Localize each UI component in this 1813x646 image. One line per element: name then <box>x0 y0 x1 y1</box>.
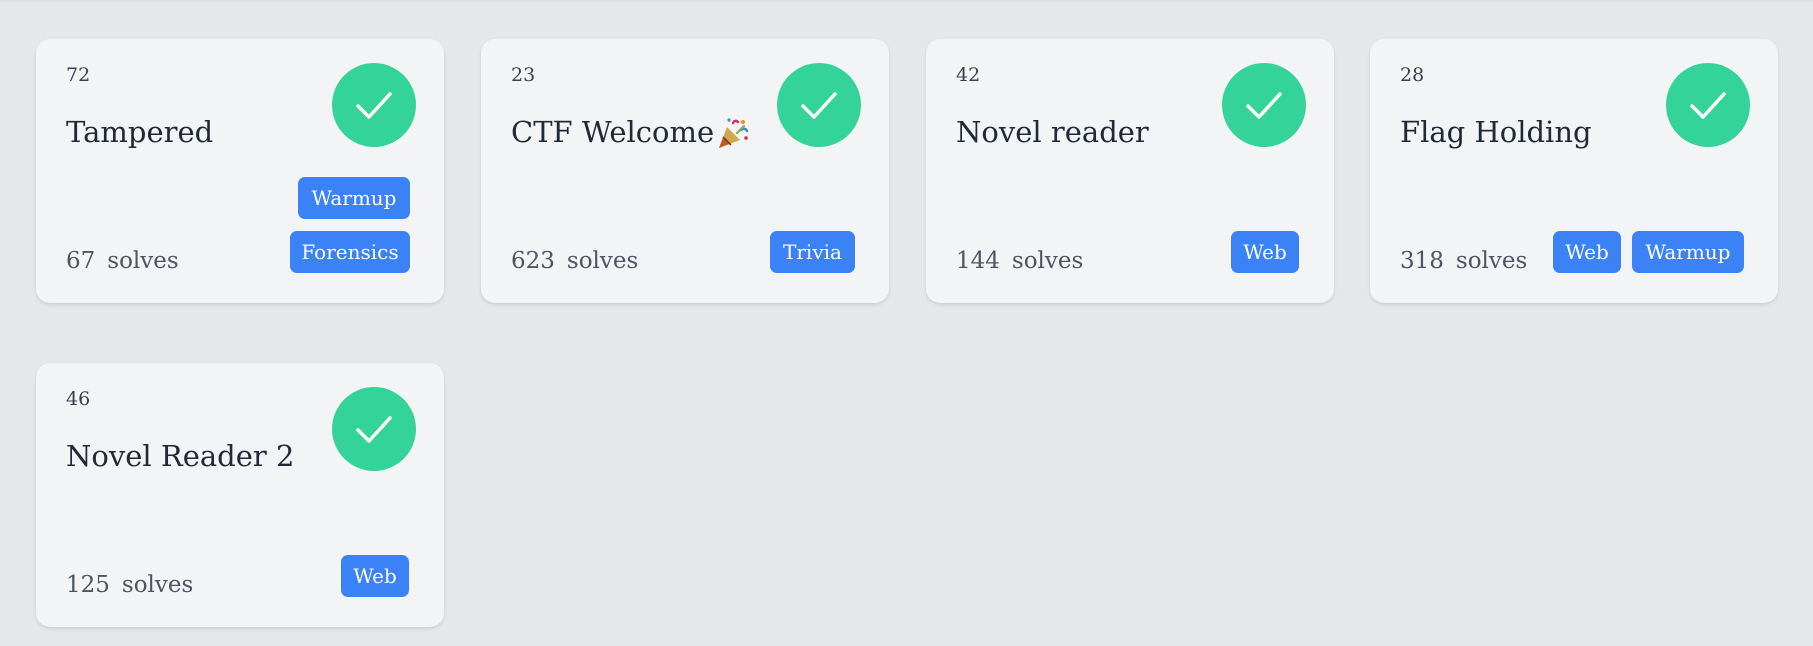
solves-number: 67 <box>66 248 96 274</box>
solves-number: 318 <box>1400 248 1444 274</box>
solves-count: 144 solves <box>956 248 1083 274</box>
challenge-title: Novel reader <box>956 115 1149 149</box>
challenge-points: 46 <box>66 388 91 410</box>
solves-count: 67 solves <box>66 248 179 274</box>
challenge-card-novel-reader-2[interactable]: 46 Novel Reader 2 125 solves Web <box>36 363 444 627</box>
tag-badge: Web <box>1553 231 1621 273</box>
solves-label: solves <box>566 248 639 274</box>
solves-number: 125 <box>66 572 110 598</box>
solved-check-icon <box>332 63 416 147</box>
challenge-title: Flag Holding <box>1400 115 1592 149</box>
tag-badge: Warmup <box>1632 231 1744 273</box>
solves-label: solves <box>107 248 179 274</box>
challenge-title: Tampered <box>66 115 214 149</box>
tag-badge: Forensics <box>290 231 410 273</box>
solves-label: solves <box>1455 248 1528 274</box>
tag-badge: Web <box>341 555 409 597</box>
tag-badge: Web <box>1231 231 1299 273</box>
solves-number: 623 <box>511 248 555 274</box>
solves-label: solves <box>121 572 194 598</box>
solves-count: 125 solves <box>66 572 193 598</box>
solves-count: 623 solves <box>511 248 638 274</box>
challenge-card-tampered[interactable]: 72 Tampered 67 solves Warmup Forensics <box>36 39 444 303</box>
challenge-card-ctf-welcome[interactable]: 23 CTF Welcome 623 solves Trivia <box>481 39 889 303</box>
solves-count: 318 solves <box>1400 248 1527 274</box>
top-divider <box>0 0 1813 2</box>
challenge-points: 28 <box>1400 64 1425 86</box>
challenge-title: Novel Reader 2 <box>66 439 295 473</box>
solves-label: solves <box>1011 248 1084 274</box>
challenge-points: 23 <box>511 64 536 86</box>
solved-check-icon <box>1222 63 1306 147</box>
challenge-title: CTF Welcome <box>511 115 715 149</box>
solved-check-icon <box>1666 63 1750 147</box>
challenge-points: 72 <box>66 64 91 86</box>
challenge-card-novel-reader[interactable]: 42 Novel reader 144 solves Web <box>926 39 1334 303</box>
solved-check-icon <box>332 387 416 471</box>
tag-badge: Trivia <box>770 231 855 273</box>
party-popper-icon <box>719 118 749 148</box>
solved-check-icon <box>777 63 861 147</box>
tag-badge: Warmup <box>298 177 410 219</box>
challenge-points: 42 <box>956 64 981 86</box>
solves-number: 144 <box>956 248 1000 274</box>
challenge-card-flag-holding[interactable]: 28 Flag Holding 318 solves Web Warmup <box>1370 39 1778 303</box>
